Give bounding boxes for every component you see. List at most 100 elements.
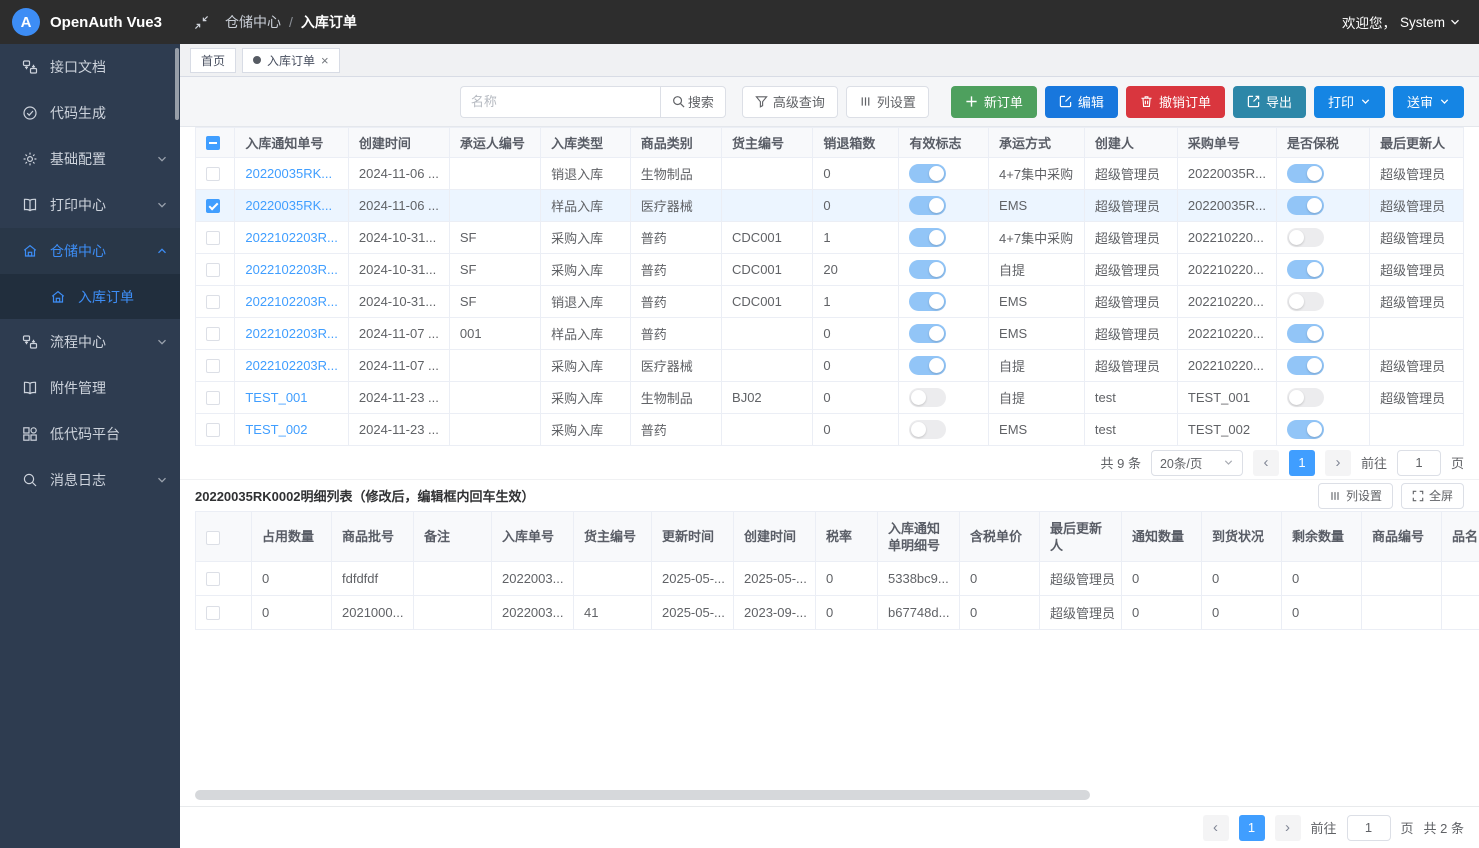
bonded-toggle[interactable] bbox=[1287, 292, 1324, 311]
approve-button[interactable]: 送审 bbox=[1393, 86, 1464, 118]
detail-current-page-button[interactable]: 1 bbox=[1239, 815, 1265, 841]
search-input[interactable] bbox=[460, 86, 660, 118]
select-all-checkbox[interactable] bbox=[206, 136, 220, 150]
row-checkbox[interactable] bbox=[206, 423, 220, 437]
notice-no-link[interactable]: 2022102203R... bbox=[245, 358, 338, 373]
sidebar-item-message-log[interactable]: 消息日志 bbox=[0, 457, 180, 503]
notice-no-link[interactable]: 2022102203R... bbox=[245, 262, 338, 277]
valid-toggle[interactable] bbox=[909, 164, 946, 183]
bonded-toggle[interactable] bbox=[1287, 324, 1324, 343]
sidebar-item-label: 代码生成 bbox=[50, 103, 168, 123]
detail-select-all-checkbox[interactable] bbox=[206, 531, 220, 545]
edit-button[interactable]: 编辑 bbox=[1045, 86, 1118, 118]
row-checkbox[interactable] bbox=[206, 359, 220, 373]
valid-toggle[interactable] bbox=[909, 356, 946, 375]
search-button[interactable]: 搜索 bbox=[660, 86, 726, 118]
bonded-toggle[interactable] bbox=[1287, 356, 1324, 375]
notice-no-link[interactable]: 2022102203R... bbox=[245, 230, 338, 245]
row-checkbox[interactable] bbox=[206, 167, 220, 181]
sidebar-item-code-gen[interactable]: 代码生成 bbox=[0, 90, 180, 136]
page-size-select[interactable]: 20条/页 bbox=[1151, 450, 1243, 476]
sidebar-item-lowcode[interactable]: 低代码平台 bbox=[0, 411, 180, 457]
valid-toggle[interactable] bbox=[909, 228, 946, 247]
bonded-toggle[interactable] bbox=[1287, 420, 1324, 439]
row-checkbox[interactable] bbox=[206, 199, 220, 213]
cell-last_updater: 超级管理员 bbox=[1370, 286, 1464, 318]
detail-next-page-button[interactable]: › bbox=[1275, 815, 1301, 841]
sidebar-collapse-icon[interactable] bbox=[194, 15, 209, 30]
notice-no-link[interactable]: TEST_002 bbox=[245, 422, 307, 437]
notice-no-link[interactable]: 20220035RK... bbox=[245, 198, 332, 213]
cancel-order-button[interactable]: 撤销订单 bbox=[1126, 86, 1225, 118]
table-row[interactable]: 2022102203R...2024-10-31...SF销退入库普药CDC00… bbox=[196, 286, 1464, 318]
table-row[interactable]: 2022102203R...2024-11-07 ...001样品入库普药0EM… bbox=[196, 318, 1464, 350]
row-checkbox[interactable] bbox=[206, 295, 220, 309]
row-checkbox[interactable] bbox=[206, 231, 220, 245]
valid-toggle[interactable] bbox=[909, 292, 946, 311]
sidebar-subitem-inbound-order[interactable]: 入库订单 bbox=[0, 274, 180, 319]
advanced-query-button[interactable]: 高级查询 bbox=[742, 86, 838, 118]
sidebar-item-flow-center[interactable]: 流程中心 bbox=[0, 319, 180, 365]
detail-prev-page-button[interactable]: ‹ bbox=[1203, 815, 1229, 841]
valid-toggle[interactable] bbox=[909, 324, 946, 343]
detail-total-count: 共 2 条 bbox=[1424, 818, 1464, 837]
print-button[interactable]: 打印 bbox=[1314, 86, 1385, 118]
table-row[interactable]: 20220035RK...2024-11-06 ...销退入库生物制品04+7集… bbox=[196, 158, 1464, 190]
goto-page-input[interactable] bbox=[1397, 450, 1441, 476]
notice-no-link[interactable]: 2022102203R... bbox=[245, 326, 338, 341]
bonded-toggle[interactable] bbox=[1287, 196, 1324, 215]
valid-toggle[interactable] bbox=[909, 420, 946, 439]
valid-toggle[interactable] bbox=[909, 260, 946, 279]
bonded-toggle[interactable] bbox=[1287, 260, 1324, 279]
table-row[interactable]: 2022102203R...2024-10-31...SF采购入库普药CDC00… bbox=[196, 254, 1464, 286]
cell-in_type: 样品入库 bbox=[541, 190, 631, 222]
detail-row-checkbox[interactable] bbox=[206, 606, 220, 620]
row-checkbox[interactable] bbox=[206, 327, 220, 341]
export-button[interactable]: 导出 bbox=[1233, 86, 1306, 118]
cell-return_boxes: 0 bbox=[813, 382, 899, 414]
new-order-button[interactable]: 新订单 bbox=[951, 86, 1037, 118]
detail-table-row[interactable]: 0fdfdfdf2022003...2025-05-...2025-05-...… bbox=[196, 562, 1479, 596]
detail-goto-page-input[interactable] bbox=[1347, 815, 1391, 841]
detail-table-row[interactable]: 02021000...2022003...412025-05-...2023-0… bbox=[196, 596, 1479, 630]
sidebar-scrollbar[interactable] bbox=[175, 48, 179, 120]
detail-column-header: 创建时间 bbox=[734, 512, 816, 562]
row-checkbox[interactable] bbox=[206, 263, 220, 277]
horizontal-scrollbar[interactable] bbox=[195, 790, 1464, 800]
table-row[interactable]: TEST_0012024-11-23 ...采购入库生物制品BJ020自提tes… bbox=[196, 382, 1464, 414]
notice-no-link[interactable]: TEST_001 bbox=[245, 390, 307, 405]
tab-close-icon[interactable]: × bbox=[321, 54, 329, 67]
bonded-toggle[interactable] bbox=[1287, 228, 1324, 247]
table-row[interactable]: 2022102203R...2024-11-07 ...采购入库医疗器械0自提超… bbox=[196, 350, 1464, 382]
prev-page-button[interactable]: ‹ bbox=[1253, 450, 1279, 476]
cell-in_type: 采购入库 bbox=[541, 382, 631, 414]
notice-no-link[interactable]: 2022102203R... bbox=[245, 294, 338, 309]
row-checkbox[interactable] bbox=[206, 391, 220, 405]
valid-toggle[interactable] bbox=[909, 196, 946, 215]
detail-row-checkbox[interactable] bbox=[206, 572, 220, 586]
user-menu[interactable]: 欢迎您， System bbox=[1342, 12, 1479, 32]
table-row[interactable]: 2022102203R...2024-10-31...SF采购入库普药CDC00… bbox=[196, 222, 1464, 254]
fullscreen-button[interactable]: 全屏 bbox=[1401, 483, 1464, 509]
tab-1[interactable]: 入库订单 × bbox=[242, 48, 340, 73]
column-settings-button[interactable]: 列设置 bbox=[846, 86, 929, 118]
tab-0[interactable]: 首页 bbox=[190, 48, 236, 73]
scrollbar-thumb[interactable] bbox=[195, 790, 1090, 800]
current-page-button[interactable]: 1 bbox=[1289, 450, 1315, 476]
sidebar-item-print-center[interactable]: 打印中心 bbox=[0, 182, 180, 228]
flow-center-icon bbox=[22, 334, 38, 350]
next-page-button[interactable]: › bbox=[1325, 450, 1351, 476]
valid-toggle[interactable] bbox=[909, 388, 946, 407]
sidebar-item-gear[interactable]: 基础配置 bbox=[0, 136, 180, 182]
sidebar-item-warehouse[interactable]: 仓储中心 bbox=[0, 228, 180, 274]
cell-ship_method: 自提 bbox=[989, 350, 1085, 382]
table-row[interactable]: TEST_0022024-11-23 ...采购入库普药0EMStestTEST… bbox=[196, 414, 1464, 446]
detail-goto-label: 前往 bbox=[1311, 818, 1337, 837]
notice-no-link[interactable]: 20220035RK... bbox=[245, 166, 332, 181]
detail-column-settings-button[interactable]: 列设置 bbox=[1318, 483, 1393, 509]
sidebar-item-attachment[interactable]: 附件管理 bbox=[0, 365, 180, 411]
bonded-toggle[interactable] bbox=[1287, 388, 1324, 407]
sidebar-item-api-doc[interactable]: 接口文档 bbox=[0, 44, 180, 90]
table-row[interactable]: 20220035RK...2024-11-06 ...样品入库医疗器械0EMS超… bbox=[196, 190, 1464, 222]
bonded-toggle[interactable] bbox=[1287, 164, 1324, 183]
